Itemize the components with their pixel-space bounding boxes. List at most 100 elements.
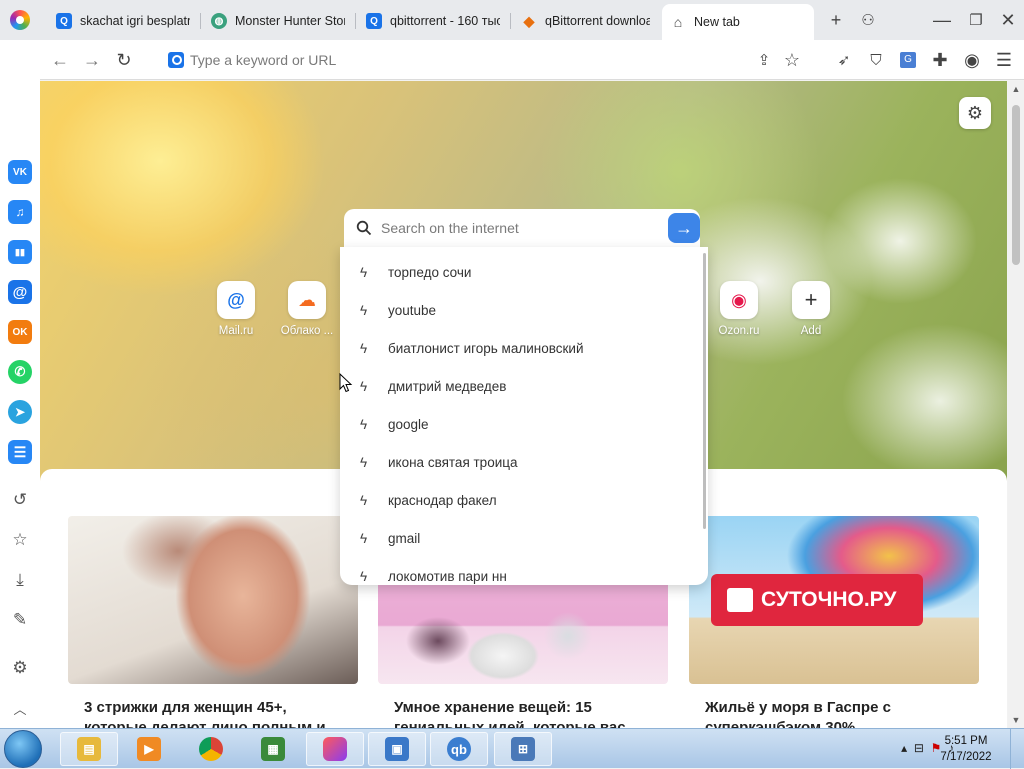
new-tab-button[interactable]: +	[824, 8, 848, 32]
page-scrollbar[interactable]: ▲ ▼	[1008, 81, 1024, 728]
taskbar-app-browser[interactable]	[306, 732, 364, 766]
bolt-icon: ϟ	[360, 530, 368, 546]
tab-label: qbittorrent - 160 тыс	[390, 14, 500, 28]
bolt-icon: ϟ	[360, 568, 368, 584]
sidebar-item-whatsapp[interactable]: ✆	[8, 360, 32, 384]
tab-0[interactable]: Q skachat igri besplatno	[48, 6, 198, 36]
search-box: →	[344, 209, 700, 247]
profile-avatar-icon[interactable]: ◉	[960, 48, 984, 72]
music-icon: ♫	[15, 205, 25, 219]
suggestion-item[interactable]: ϟ google	[340, 405, 700, 443]
translate-icon[interactable]: G	[896, 48, 920, 72]
search-icon	[356, 220, 372, 236]
menu-hamburger-icon[interactable]: ☰	[992, 48, 1016, 72]
odnoklassniki-icon: OK	[12, 326, 28, 338]
sidebar-item-vk[interactable]: VK	[8, 160, 32, 184]
sidebar-item-stats[interactable]: ▮▮	[8, 240, 32, 264]
sidebar-item-ok[interactable]: OK	[8, 320, 32, 344]
browser-icon	[323, 737, 347, 761]
suggestion-item[interactable]: ϟ дмитрий медведев	[340, 367, 700, 405]
suggestion-item[interactable]: ϟ gmail	[340, 519, 700, 557]
bolt-icon: ϟ	[360, 378, 368, 394]
tile-label: Ozon.ru	[718, 325, 760, 337]
minimize-button[interactable]: —	[930, 8, 954, 32]
extensions-puzzle-icon[interactable]: ✚	[928, 48, 952, 72]
bookmarks-star-icon[interactable]: ☆	[8, 528, 32, 552]
tools-wrench-icon[interactable]: ✎	[8, 608, 32, 632]
tab-bar: Q skachat igri besplatno ◍ Monster Hunte…	[0, 0, 1024, 40]
settings-gear-icon[interactable]: ⚙	[8, 656, 32, 680]
tile-ozon[interactable]: ◉ Ozon.ru	[709, 281, 769, 337]
whatsapp-icon: ✆	[14, 364, 26, 379]
taskbar-app-task-manager[interactable]: ▦	[244, 732, 302, 766]
sidebar-item-music[interactable]: ♫	[8, 200, 32, 224]
suggestion-item[interactable]: ϟ краснодар факел	[340, 481, 700, 519]
tile-label: Add	[800, 325, 822, 337]
news-card[interactable]: СУТОЧНО.РУ Жильё у моря в Гаспре с супер…	[689, 516, 979, 728]
suggestion-item[interactable]: ϟ youtube	[340, 291, 700, 329]
restore-button[interactable]: ❐	[964, 8, 988, 32]
search-engine-icon	[168, 52, 184, 68]
tab-menu-icon[interactable]: ⚇	[856, 8, 880, 32]
tile-oblako[interactable]: ☁ Облако ...	[277, 281, 337, 337]
scroll-down-arrow-icon[interactable]: ▼	[1008, 712, 1024, 728]
show-desktop-button[interactable]	[1010, 729, 1024, 769]
sidebar-item-telegram[interactable]: ➤	[8, 400, 32, 424]
collapse-chevron-up-icon[interactable]: ︿	[8, 696, 32, 720]
suggestion-item[interactable]: ϟ торпедо сочи	[340, 253, 700, 291]
suggestions-scrollbar[interactable]	[703, 253, 706, 529]
reload-button[interactable]: ↻	[112, 48, 136, 72]
scrollbar-thumb[interactable]	[1012, 105, 1020, 265]
clock[interactable]: 5:51 PM 7/17/2022	[936, 733, 996, 765]
ozon-icon: ◉	[720, 281, 758, 319]
mail-icon: @	[12, 283, 28, 301]
suggestion-item[interactable]: ϟ биатлонист игорь малиновский	[340, 329, 700, 367]
tile-add[interactable]: + Add	[781, 281, 841, 337]
diamond-favicon-icon: ◆	[523, 12, 535, 29]
shield-icon[interactable]: ⛉	[864, 48, 888, 72]
scroll-up-arrow-icon[interactable]: ▲	[1008, 81, 1024, 97]
taskbar-app-qbittorrent[interactable]: qb	[430, 732, 488, 766]
forward-button[interactable]: →	[80, 48, 104, 72]
sidebar-item-tasks[interactable]: ☰	[8, 440, 32, 464]
search-favicon-icon: Q	[366, 13, 382, 29]
taskbar-app-control-panel[interactable]: ▣	[368, 732, 426, 766]
suggestion-item[interactable]: ϟ икона святая троица	[340, 443, 700, 481]
network-icon: ⊞	[511, 737, 535, 761]
bolt-icon: ϟ	[360, 340, 368, 356]
search-input[interactable]	[381, 217, 661, 239]
start-button[interactable]	[4, 730, 42, 768]
tab-2[interactable]: Q qbittorrent - 160 тыс	[358, 6, 508, 36]
share-icon[interactable]: ⇪	[752, 48, 776, 72]
list-icon: ☰	[13, 443, 27, 460]
taskbar-app-explorer[interactable]: ▤	[60, 732, 118, 766]
browser-logo-icon[interactable]	[10, 10, 30, 30]
ad-banner: СУТОЧНО.РУ	[711, 574, 923, 626]
tab-new-tab[interactable]: ⌂ New tab	[662, 4, 814, 40]
news-card[interactable]: 3 стрижки для женщин 45+, которые делают…	[68, 516, 358, 728]
news-image: СУТОЧНО.РУ	[689, 516, 979, 684]
tab-3[interactable]: ◆ qBittorrent download	[513, 6, 658, 36]
history-icon[interactable]: ↺	[8, 488, 32, 512]
vk-icon: VK	[13, 166, 27, 178]
search-submit-arrow-icon[interactable]: →	[668, 213, 700, 243]
taskbar-app-media-player[interactable]: ▶	[120, 732, 178, 766]
tab-label: skachat igri besplatno	[80, 14, 190, 28]
tile-mail-ru[interactable]: @ Mail.ru	[206, 281, 266, 337]
bookmark-star-icon[interactable]: ☆	[780, 48, 804, 72]
tab-1[interactable]: ◍ Monster Hunter Storie	[203, 6, 353, 36]
sidebar-item-mail[interactable]: @	[8, 280, 32, 304]
downloads-icon[interactable]: ⤓	[8, 568, 32, 592]
close-window-button[interactable]: ✕	[996, 8, 1020, 32]
windows-taskbar: ▤ ▶ ▦ ▣ qb ⊞ ▴ ⊟ ⚑ ♪ 5:51 PM 7/17/2022	[0, 728, 1024, 769]
news-title: 3 стрижки для женщин 45+, которые делают…	[84, 699, 326, 728]
taskbar-app-network[interactable]: ⊞	[494, 732, 552, 766]
suggestion-item[interactable]: ϟ локомотив пари нн	[340, 557, 700, 585]
qbittorrent-icon: qb	[447, 737, 471, 761]
new-tab-page: ⚙ @ Mail.ru ☁ Облако ... ◉ Ozon.ru + Add…	[40, 81, 1007, 728]
back-button[interactable]: ←	[48, 48, 72, 72]
rocket-icon[interactable]: ➶	[832, 48, 856, 72]
page-settings-gear-icon[interactable]: ⚙	[959, 97, 991, 129]
address-input[interactable]	[190, 48, 730, 72]
taskbar-app-chrome[interactable]	[182, 732, 240, 766]
